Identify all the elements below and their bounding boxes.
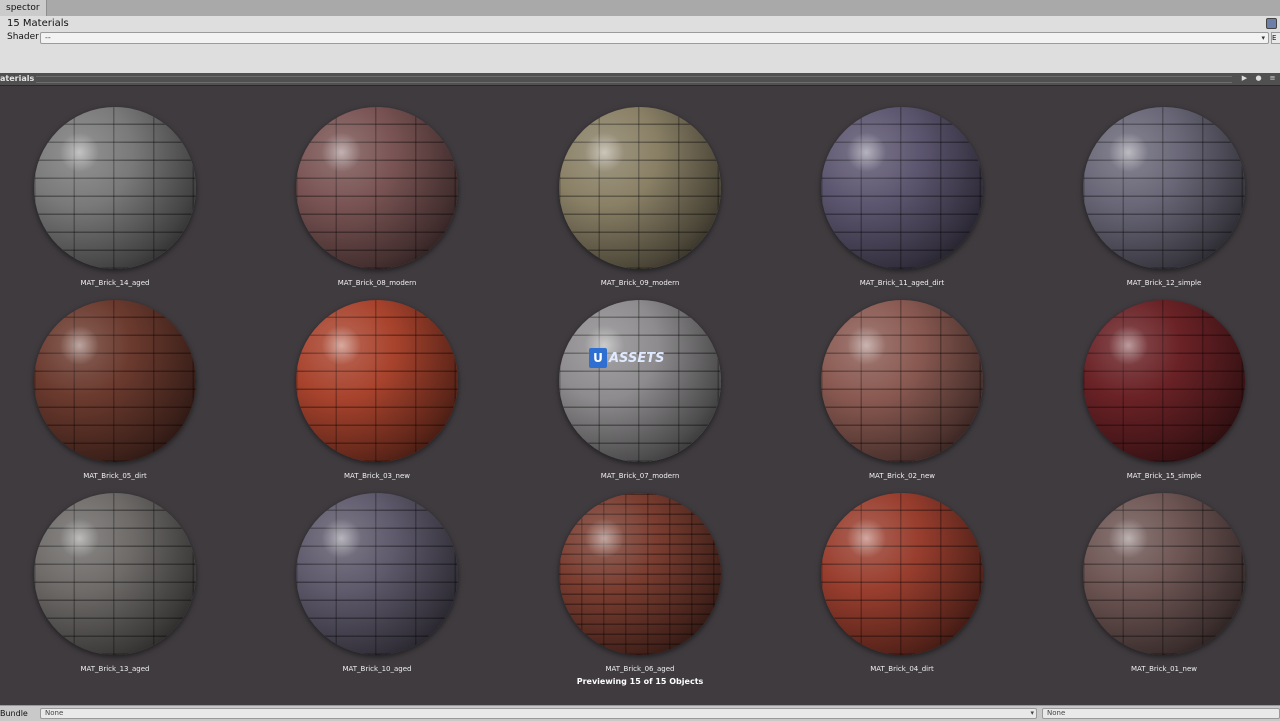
material-preview-grid: MAT_Brick_14_aged MAT_Brick_08_modern MAT_…: [0, 86, 1280, 690]
material-preview-sphere: [34, 107, 196, 269]
sphere-shading: [1083, 107, 1245, 269]
sphere-shading: [559, 300, 721, 462]
inspector-title: 15 Materials: [7, 18, 69, 29]
material-tile[interactable]: MAT_Brick_13_aged: [0, 472, 246, 673]
sphere-shading: [296, 300, 458, 462]
tab-strip: spector: [0, 0, 1280, 17]
bundle-value: None: [45, 709, 64, 717]
material-preview-sphere: [821, 107, 983, 269]
material-tile[interactable]: MAT_Brick_05_dirt: [0, 279, 246, 480]
preview-header: aterials ▶ ● ≡: [0, 73, 1280, 86]
material-preview-sphere: [296, 300, 458, 462]
sphere-shading: [821, 107, 983, 269]
preview-title: aterials: [0, 74, 35, 83]
material-tile[interactable]: MAT_Brick_10_aged: [246, 472, 508, 673]
material-name: MAT_Brick_04_dirt: [870, 665, 934, 673]
material-preview-sphere: U ASSETS: [559, 300, 721, 462]
material-preview-sphere: [821, 493, 983, 655]
material-tile[interactable]: MAT_Brick_04_dirt: [771, 472, 1033, 673]
variant-value: None: [1047, 709, 1066, 717]
sphere-shading: [34, 493, 196, 655]
sphere-shading: [296, 493, 458, 655]
sphere-shading: [34, 300, 196, 462]
material-tile[interactable]: MAT_Brick_08_modern: [246, 86, 508, 287]
edit-shader-button[interactable]: E: [1271, 32, 1280, 44]
asset-bundle-bar: Bundle None ▾ None: [0, 705, 1280, 721]
material-tile[interactable]: MAT_Brick_03_new: [246, 279, 508, 480]
material-name: MAT_Brick_10_aged: [342, 665, 412, 673]
shader-value: --: [45, 33, 51, 42]
sphere-shading: [559, 107, 721, 269]
material-preview-sphere: [296, 493, 458, 655]
preview-count: Previewing 15 of 15 Objects: [576, 677, 704, 686]
shader-dropdown[interactable]: -- ▾: [40, 32, 1269, 44]
material-preview-sphere: [559, 493, 721, 655]
material-name: MAT_Brick_01_new: [1131, 665, 1197, 673]
material-tile[interactable]: U ASSETS MAT_Brick_07_modern: [509, 279, 771, 480]
sphere-shading: [559, 493, 721, 655]
material-tile[interactable]: MAT_Brick_14_aged: [0, 86, 246, 287]
material-preview-sphere: [1083, 300, 1245, 462]
material-tile[interactable]: MAT_Brick_11_aged_dirt: [771, 86, 1033, 287]
tab-inspector[interactable]: spector: [0, 0, 47, 16]
material-preview-sphere: [1083, 493, 1245, 655]
dropdown-arrow-icon: ▾: [1261, 34, 1265, 42]
material-preview-sphere: [296, 107, 458, 269]
material-tile[interactable]: MAT_Brick_01_new: [1033, 472, 1280, 673]
light-icon[interactable]: ●: [1253, 74, 1264, 83]
drag-handle[interactable]: [36, 76, 1232, 83]
material-name: MAT_Brick_13_aged: [80, 665, 150, 673]
material-tile[interactable]: MAT_Brick_12_simple: [1033, 86, 1280, 287]
material-tile[interactable]: MAT_Brick_15_simple: [1033, 279, 1280, 480]
material-name: MAT_Brick_06_aged: [605, 665, 675, 673]
watermark-badge: U: [589, 348, 607, 368]
sphere-shading: [1083, 300, 1245, 462]
bundle-label: Bundle: [0, 709, 28, 718]
sphere-shading: [1083, 493, 1245, 655]
material-preview-sphere: [559, 107, 721, 269]
inspector-panel: 15 Materials Shader -- ▾ E: [0, 16, 1280, 73]
sphere-shading: [34, 107, 196, 269]
sphere-shading: [821, 493, 983, 655]
material-preview-sphere: [1083, 107, 1245, 269]
material-tile[interactable]: MAT_Brick_02_new: [771, 279, 1033, 480]
material-tile[interactable]: MAT_Brick_09_modern: [509, 86, 771, 287]
play-icon[interactable]: ▶: [1239, 74, 1250, 83]
material-preview-sphere: [34, 493, 196, 655]
material-preview-sphere: [34, 300, 196, 462]
dropdown-arrow-icon: ▾: [1030, 709, 1034, 717]
material-icon: [1266, 18, 1277, 29]
material-tile[interactable]: MAT_Brick_06_aged: [509, 472, 771, 673]
watermark-text: ASSETS: [609, 350, 665, 366]
variant-dropdown[interactable]: None: [1042, 708, 1280, 719]
bundle-dropdown[interactable]: None ▾: [40, 708, 1037, 719]
options-icon[interactable]: ≡: [1267, 74, 1278, 83]
material-preview-sphere: [821, 300, 983, 462]
sphere-shading: [296, 107, 458, 269]
watermark: U ASSETS: [589, 348, 664, 368]
sphere-shading: [821, 300, 983, 462]
shader-label: Shader: [7, 32, 39, 42]
